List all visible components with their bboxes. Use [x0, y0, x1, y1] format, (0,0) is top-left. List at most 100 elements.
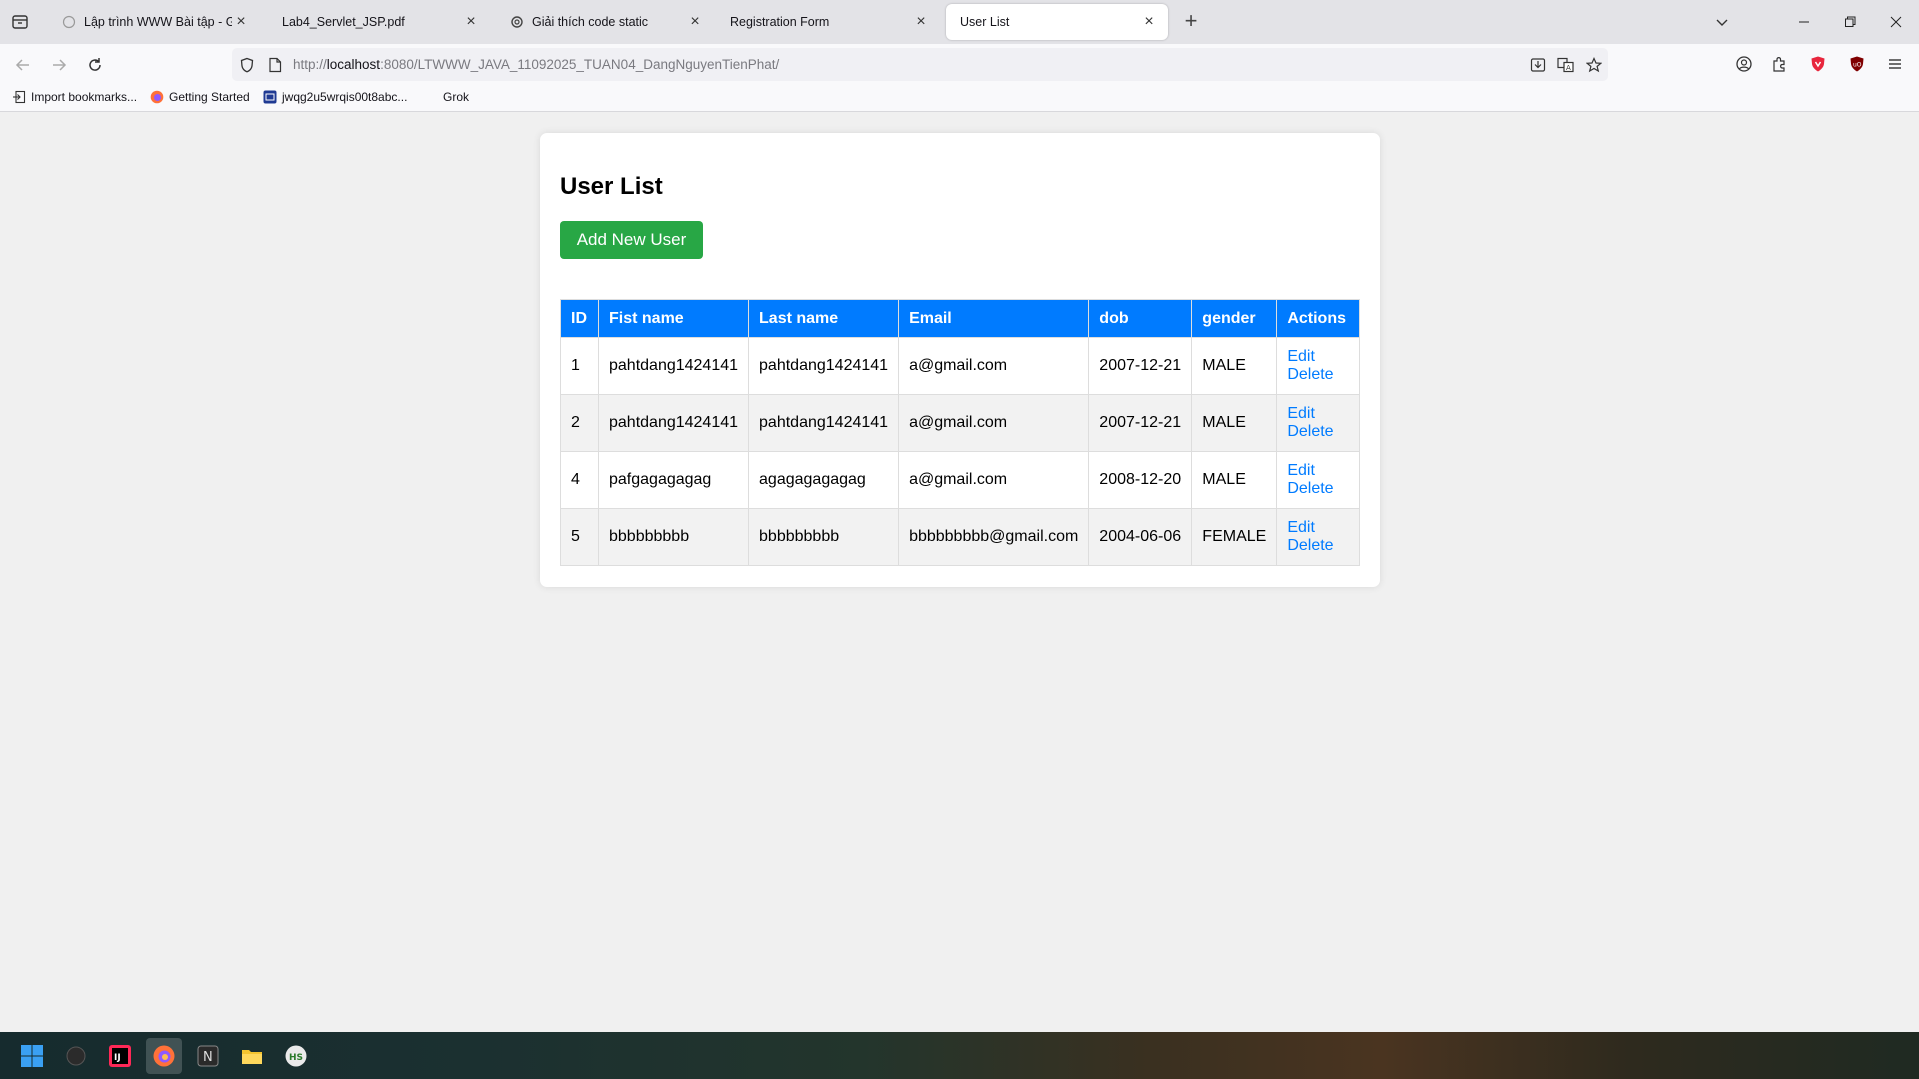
table-row: 2 pahtdang1424141 pahtdang1424141 a@gmai…	[560, 394, 1360, 452]
cell-gender: MALE	[1191, 394, 1278, 452]
search-icon[interactable]	[58, 1038, 94, 1074]
address-bar[interactable]: http://localhost:8080/LTWWW_JAVA_1109202…	[232, 48, 1608, 81]
cell-email: bbbbbbbbb@gmail.com	[898, 508, 1090, 566]
close-tab-icon[interactable]: ×	[232, 13, 250, 31]
extensions-icon[interactable]	[1768, 52, 1792, 76]
cell-first-name: pahtdang1424141	[597, 394, 750, 452]
reload-icon[interactable]	[82, 52, 108, 78]
bookmark-label: Getting Started	[169, 90, 250, 104]
cell-gender: FEMALE	[1191, 508, 1278, 566]
tab-list-icon[interactable]	[10, 12, 30, 32]
import-icon	[12, 90, 26, 104]
tab-grok[interactable]: Lập trình WWW Bài tập - Grok ×	[48, 4, 260, 40]
bookmarks-bar: Import bookmarks... Getting Started jwqg…	[0, 85, 1919, 112]
windows-start-icon[interactable]	[14, 1038, 50, 1074]
column-header-actions: Actions	[1276, 299, 1360, 338]
user-table: ID Fist name Last name Email dob gender …	[560, 299, 1360, 566]
back-icon[interactable]	[10, 52, 36, 78]
file-explorer-icon[interactable]	[234, 1038, 270, 1074]
account-icon[interactable]	[1732, 52, 1756, 76]
tab-title: Giải thích code static	[532, 15, 649, 29]
cell-last-name: pahtdang1424141	[748, 337, 900, 395]
column-header-dob: dob	[1088, 299, 1193, 338]
navigation-bar: http://localhost:8080/LTWWW_JAVA_1109202…	[0, 44, 1919, 85]
bookmark-grok[interactable]: Grok	[424, 90, 469, 104]
tab-title: User List	[960, 15, 1010, 29]
close-tab-icon[interactable]: ×	[1140, 13, 1158, 31]
cell-actions: Edit Delete	[1276, 451, 1360, 509]
grok-tab-icon	[62, 15, 76, 29]
svg-text:IJ: IJ	[114, 1053, 121, 1063]
delete-link[interactable]: Delete	[1287, 366, 1349, 384]
tab-title: Lab4_Servlet_JSP.pdf	[282, 15, 405, 29]
cell-id: 5	[560, 508, 599, 566]
edit-link[interactable]: Edit	[1287, 348, 1349, 366]
intellij-icon[interactable]: IJ	[102, 1038, 138, 1074]
url-text[interactable]: http://localhost:8080/LTWWW_JAVA_1109202…	[293, 57, 779, 72]
forward-icon[interactable]	[46, 52, 72, 78]
firefox-icon	[150, 90, 164, 104]
menu-icon[interactable]	[1883, 52, 1907, 76]
download-page-icon[interactable]	[1529, 56, 1547, 74]
shield-icon[interactable]	[238, 56, 256, 74]
close-tab-icon[interactable]: ×	[912, 13, 930, 31]
firefox-icon[interactable]	[146, 1038, 182, 1074]
edit-link[interactable]: Edit	[1287, 405, 1349, 423]
bookmark-getting-started[interactable]: Getting Started	[150, 90, 250, 104]
user-list-card: User List Add New User ID Fist name Last…	[540, 133, 1380, 587]
cell-actions: Edit Delete	[1276, 337, 1360, 395]
notion-icon[interactable]: N	[190, 1038, 226, 1074]
table-row: 4 pafgagagagag agagagagagag a@gmail.com …	[560, 451, 1360, 509]
cell-email: a@gmail.com	[898, 451, 1090, 509]
close-window-icon[interactable]	[1873, 0, 1919, 44]
add-new-user-button[interactable]: Add New User	[560, 221, 703, 259]
bookmark-label: Grok	[443, 90, 470, 104]
delete-link[interactable]: Delete	[1287, 480, 1349, 498]
bookmark-jwqg[interactable]: jwqg2u5wrqis00t8abc...	[263, 90, 407, 104]
column-header-id: ID	[560, 299, 599, 338]
restore-icon[interactable]	[1827, 0, 1873, 44]
svg-text:A: A	[1566, 64, 1571, 72]
table-header-row: ID Fist name Last name Email dob gender …	[560, 299, 1360, 338]
chevron-down-icon[interactable]	[1712, 12, 1732, 32]
minimize-icon[interactable]	[1781, 0, 1827, 44]
cell-actions: Edit Delete	[1276, 394, 1360, 452]
svg-text:uO: uO	[1853, 62, 1862, 69]
ublock-origin-icon[interactable]: uO	[1845, 52, 1869, 76]
url-scheme: http://	[293, 57, 327, 72]
page-title: User List	[560, 173, 663, 200]
tab-code-static[interactable]: Giải thích code static ×	[496, 4, 714, 40]
edit-link[interactable]: Edit	[1287, 519, 1349, 537]
cell-gender: MALE	[1191, 451, 1278, 509]
tab-registration-form[interactable]: Registration Form ×	[716, 4, 940, 40]
svg-text:N: N	[203, 1050, 213, 1065]
url-path: :8080/LTWWW_JAVA_11092025_TUAN04_DangNgu…	[380, 57, 780, 72]
cell-id: 1	[560, 337, 599, 395]
bookmark-label: jwqg2u5wrqis00t8abc...	[282, 90, 408, 104]
close-tab-icon[interactable]: ×	[686, 13, 704, 31]
close-tab-icon[interactable]: ×	[462, 13, 480, 31]
brave-shield-icon[interactable]	[1806, 52, 1830, 76]
tab-lab4-pdf[interactable]: Lab4_Servlet_JSP.pdf ×	[268, 4, 490, 40]
taskbar: IJ N HS	[0, 1032, 1919, 1079]
svg-text:HS: HS	[289, 1053, 303, 1063]
table-row: 1 pahtdang1424141 pahtdang1424141 a@gmai…	[560, 337, 1360, 395]
cell-dob: 2007-12-21	[1088, 337, 1193, 395]
cell-last-name: bbbbbbbbb	[748, 508, 900, 566]
bookmark-import[interactable]: Import bookmarks...	[12, 90, 137, 104]
delete-link[interactable]: Delete	[1287, 537, 1349, 555]
page-info-icon[interactable]	[266, 56, 284, 74]
hs-app-icon[interactable]: HS	[278, 1038, 314, 1074]
edit-link[interactable]: Edit	[1287, 462, 1349, 480]
cell-email: a@gmail.com	[898, 394, 1090, 452]
delete-link[interactable]: Delete	[1287, 423, 1349, 441]
bookmark-label: Import bookmarks...	[31, 90, 138, 104]
tab-strip: Lập trình WWW Bài tập - Grok × Lab4_Serv…	[0, 0, 1919, 44]
bookmark-star-icon[interactable]	[1585, 56, 1603, 74]
table-row: 5 bbbbbbbbb bbbbbbbbb bbbbbbbbb@gmail.co…	[560, 508, 1360, 566]
new-tab-icon[interactable]: +	[1179, 10, 1203, 34]
column-header-last-name: Last name	[748, 299, 900, 338]
cell-dob: 2004-06-06	[1088, 508, 1193, 566]
translate-icon[interactable]: A	[1557, 56, 1575, 74]
tab-user-list[interactable]: User List ×	[946, 4, 1168, 40]
